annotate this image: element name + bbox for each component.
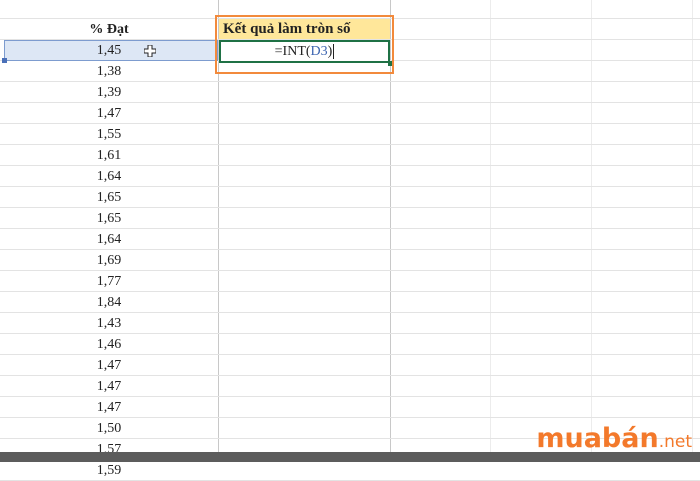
header-rounded-result[interactable]: Kết quả làm tròn số [219,19,390,39]
formula-edit-cell[interactable]: =INT(D3) [219,40,390,63]
value-cell[interactable]: 1,69 [0,250,218,271]
value-cell[interactable]: 1,65 [0,187,218,208]
value-cell[interactable]: 1,45 [0,40,218,61]
value-cell[interactable]: 1,59 [0,460,218,481]
grid-line [218,0,219,452]
value-cell[interactable]: 1,43 [0,313,218,334]
value-cell[interactable]: 1,47 [0,355,218,376]
value-cell[interactable]: 1,61 [0,145,218,166]
value-cell[interactable]: 1,50 [0,418,218,439]
logo-main-text: muabán [536,423,659,454]
value-cell[interactable]: 1,47 [0,103,218,124]
value-cell[interactable]: 1,47 [0,397,218,418]
value-cell[interactable]: 1,46 [0,334,218,355]
text-caret [333,44,335,60]
value-cell[interactable]: 1,64 [0,229,218,250]
grid-line [390,0,391,452]
formula-cell-reference: D3 [310,44,328,59]
formula-prefix: =INT( [274,44,311,59]
value-cell[interactable]: 1,39 [0,82,218,103]
muaban-logo: muabán.net [536,424,692,454]
fill-handle[interactable] [388,61,393,66]
plus-cursor-icon [144,45,156,57]
spreadsheet-grid[interactable]: % Đạt Kết quả làm tròn số 1,45 1,38 1,39 1,… [0,0,700,481]
value-cell[interactable]: 1,38 [0,61,218,82]
formula-suffix: ) [327,44,333,59]
grid-line [692,0,693,452]
value-cell[interactable]: 1,55 [0,124,218,145]
value-cell[interactable]: 1,47 [0,376,218,397]
value-cell[interactable]: 1,65 [0,208,218,229]
header-percent-achieved[interactable]: % Đạt [0,19,218,40]
value-cell[interactable]: 1,64 [0,166,218,187]
logo-suffix-text: .net [658,432,692,452]
grid-line [591,0,592,452]
value-cell[interactable]: 1,84 [0,292,218,313]
value-cell[interactable]: 1,77 [0,271,218,292]
grid-line [490,0,491,452]
